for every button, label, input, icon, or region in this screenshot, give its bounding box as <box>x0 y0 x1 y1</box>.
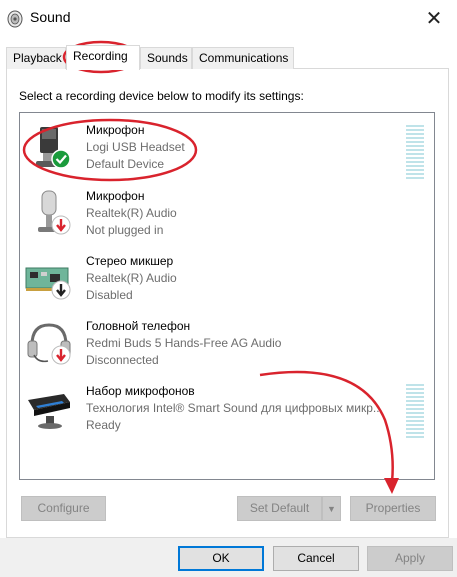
microphone-array-icon <box>28 394 70 429</box>
headset-icon <box>27 323 71 365</box>
instructions-label: Select a recording device below to modif… <box>19 89 304 103</box>
ok-button[interactable]: OK <box>178 546 264 571</box>
device-state: Default Device <box>86 157 165 171</box>
device-state: Not plugged in <box>86 223 164 237</box>
window-title: Sound <box>30 9 71 25</box>
device-state: Disabled <box>86 288 133 302</box>
chevron-down-icon: ▼ <box>327 503 336 514</box>
device-item-stereo-mixer[interactable]: Стерео микшер Realtek(R) Audio Disabled <box>20 246 434 308</box>
device-item-realtek-microphone[interactable]: Микрофон Realtek(R) Audio Not plugged in <box>20 181 434 243</box>
device-item-logi-microphone[interactable]: Микрофон Logi USB Headset Default Device <box>20 115 434 179</box>
device-list[interactable]: Микрофон Logi USB Headset Default Device… <box>19 112 435 480</box>
device-state: Disconnected <box>86 353 159 367</box>
level-meter <box>406 384 424 438</box>
close-icon: ✕ <box>425 7 443 30</box>
default-check-icon <box>51 149 71 169</box>
set-default-dropdown-button[interactable]: ▼ <box>322 496 341 521</box>
device-description: Logi USB Headset <box>86 140 185 154</box>
device-name: Стерео микшер <box>86 254 174 268</box>
speaker-icon <box>7 10 23 28</box>
level-meter <box>406 125 424 179</box>
microphone-icon <box>38 190 71 235</box>
device-name: Микрофон <box>86 123 145 137</box>
configure-button[interactable]: Configure <box>21 496 106 521</box>
device-description: Redmi Buds 5 Hands-Free AG Audio <box>86 336 282 350</box>
cancel-button[interactable]: Cancel <box>273 546 359 571</box>
apply-button[interactable]: Apply <box>367 546 453 571</box>
set-default-button[interactable]: Set Default <box>237 496 322 521</box>
device-description: Realtek(R) Audio <box>86 206 177 220</box>
device-item-headset[interactable]: Головной телефон Redmi Buds 5 Hands-Free… <box>20 311 434 373</box>
device-description: Технология Intel® Smart Sound для цифров… <box>86 401 383 415</box>
tab-playback[interactable]: Playback <box>6 47 66 69</box>
headset-microphone-icon <box>36 127 71 169</box>
tab-communications[interactable]: Communications <box>192 47 294 69</box>
device-name: Головной телефон <box>86 319 191 333</box>
device-name: Набор микрофонов <box>86 384 195 398</box>
device-item-microphone-array[interactable]: Набор микрофонов Технология Intel® Smart… <box>20 376 434 438</box>
title-bar: Sound ✕ <box>0 0 457 36</box>
device-name: Микрофон <box>86 189 145 203</box>
tab-sounds[interactable]: Sounds <box>140 47 192 69</box>
close-button[interactable]: ✕ <box>411 0 457 36</box>
sound-card-icon <box>25 267 71 300</box>
device-description: Realtek(R) Audio <box>86 271 177 285</box>
tab-recording[interactable]: Recording <box>66 45 140 70</box>
device-state: Ready <box>86 418 121 432</box>
properties-button[interactable]: Properties <box>350 496 436 521</box>
